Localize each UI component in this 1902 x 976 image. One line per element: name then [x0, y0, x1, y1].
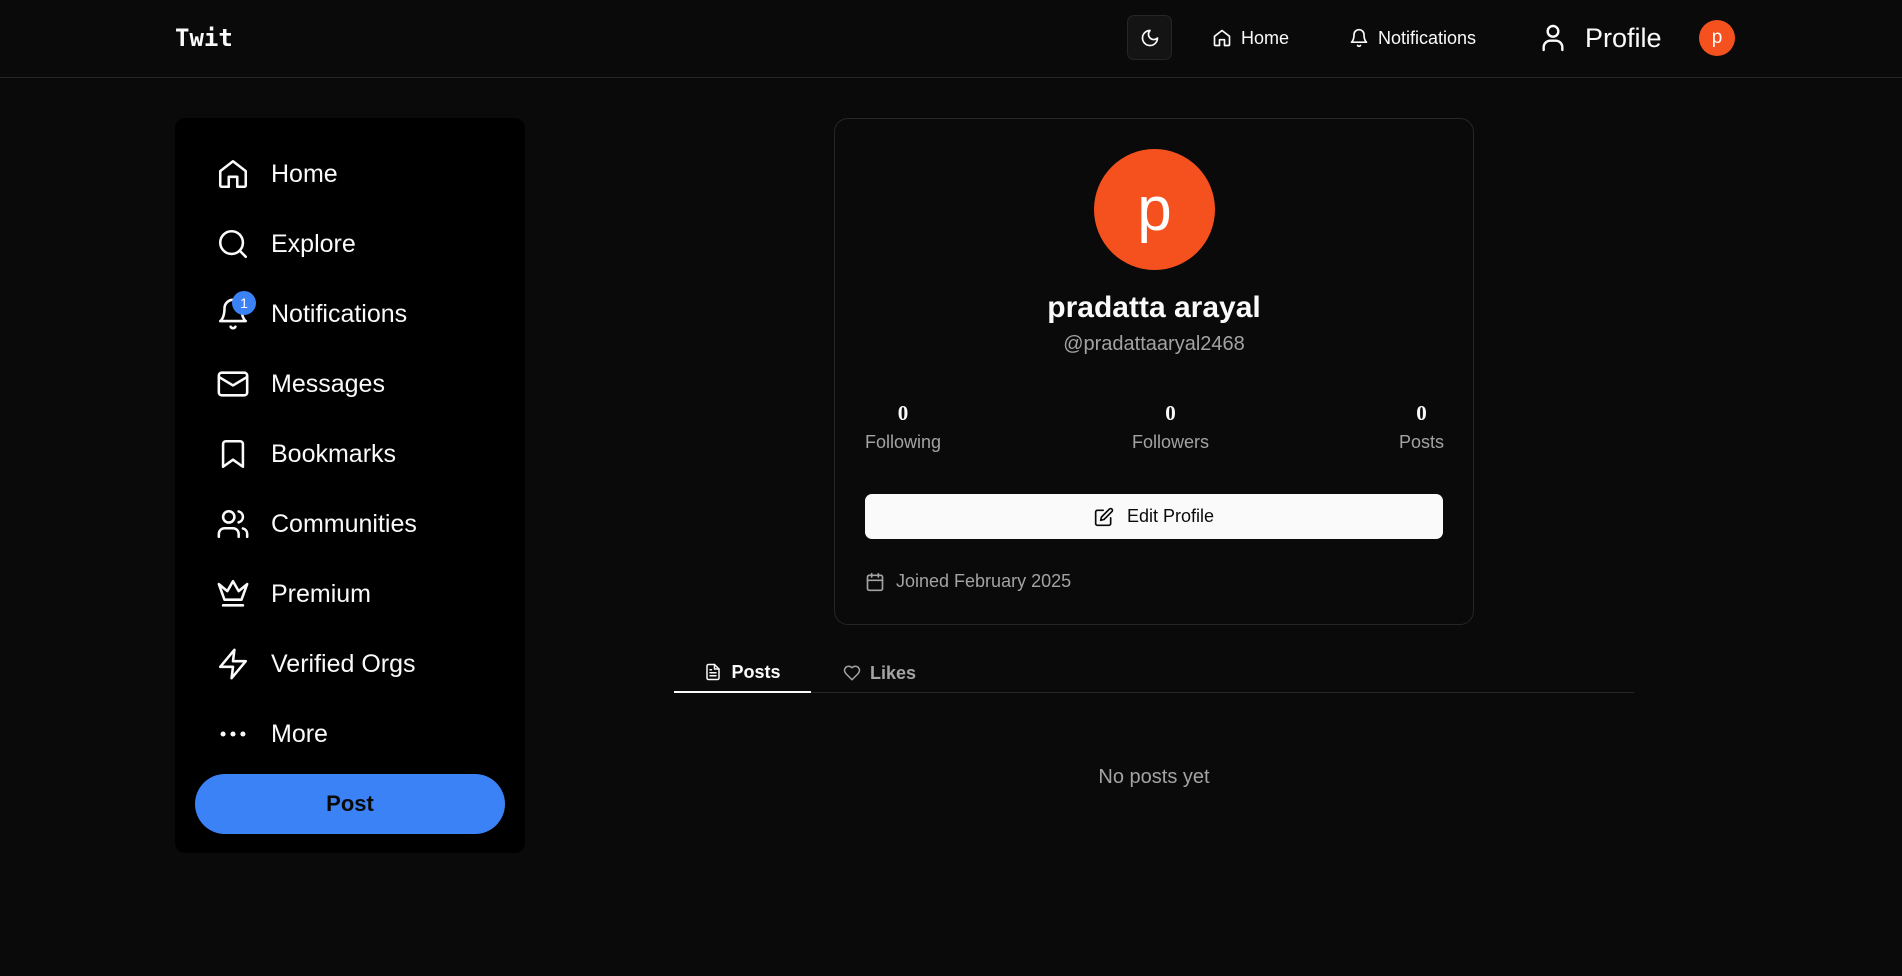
calendar-icon — [865, 572, 885, 592]
sidebar-item-more[interactable]: More — [215, 712, 328, 756]
brand-logo[interactable]: Twit — [175, 24, 233, 52]
stat-followers[interactable]: 0 Followers — [1132, 401, 1209, 453]
bookmark-icon — [215, 436, 251, 472]
sidebar-item-label: Messages — [271, 369, 385, 398]
edit-profile-button[interactable]: Edit Profile — [865, 494, 1443, 539]
sidebar-item-premium[interactable]: Premium — [215, 572, 371, 616]
users-icon — [215, 506, 251, 542]
profile-name: pradatta arayal — [1047, 291, 1261, 324]
tab-posts-label: Posts — [731, 661, 781, 682]
tab-likes-label: Likes — [869, 662, 917, 683]
sidebar-item-label: Communities — [271, 509, 417, 538]
sidebar-item-notifications[interactable]: 1 Notifications — [215, 291, 408, 336]
profile-avatar: p — [1094, 149, 1215, 270]
profile-card: p pradatta arayal @pradattaaryal2468 0 F… — [834, 118, 1474, 625]
sidebar-item-explore[interactable]: Explore — [215, 222, 356, 266]
profile-handle: @pradattaaryal2468 — [1063, 333, 1245, 355]
topnav-home-label: Home — [1241, 27, 1290, 48]
notification-count-badge: 1 — [232, 291, 256, 315]
user-avatar[interactable]: p — [1699, 20, 1735, 56]
stat-followers-label: Followers — [1132, 432, 1210, 452]
sidebar-item-home[interactable]: Home — [215, 152, 338, 196]
tab-posts[interactable]: Posts — [674, 653, 811, 693]
topnav-notifications-link[interactable]: Notifications — [1349, 24, 1476, 52]
edit-icon — [1094, 507, 1114, 527]
profile-tabs: Posts Likes — [674, 653, 1634, 693]
joined-date: Joined February 2025 — [865, 571, 1071, 592]
sidebar: Home Explore 1 Notifications Messages Bo… — [175, 118, 525, 853]
sidebar-item-label: Bookmarks — [271, 439, 397, 468]
more-icon — [215, 716, 251, 752]
stat-following-count: 0 — [897, 401, 909, 425]
tab-likes[interactable]: Likes — [811, 653, 948, 693]
topnav-home-link[interactable]: Home — [1212, 24, 1289, 52]
sidebar-item-bookmarks[interactable]: Bookmarks — [215, 432, 396, 476]
sidebar-item-messages[interactable]: Messages — [215, 362, 385, 406]
search-icon — [215, 226, 251, 262]
sidebar-item-label: Home — [271, 159, 338, 188]
user-icon — [1537, 22, 1569, 54]
empty-posts-message: No posts yet — [1098, 766, 1210, 788]
mail-icon — [215, 366, 251, 402]
heart-icon — [843, 664, 861, 682]
top-bar: Twit Home Notifications Profile p — [0, 0, 1902, 78]
topnav-notifications-label: Notifications — [1378, 27, 1477, 48]
sidebar-item-label: Notifications — [271, 299, 408, 328]
stat-posts-count: 0 — [1416, 401, 1427, 425]
crown-icon — [215, 576, 251, 612]
sidebar-item-label: Explore — [271, 229, 356, 258]
home-icon — [1212, 28, 1232, 48]
sidebar-item-label: More — [271, 719, 328, 748]
sidebar-item-label: Premium — [271, 579, 372, 608]
theme-toggle-button[interactable] — [1127, 15, 1172, 60]
joined-date-text: Joined February 2025 — [896, 571, 1072, 591]
stat-following[interactable]: 0 Following — [865, 401, 941, 453]
file-text-icon — [704, 663, 722, 681]
stat-followers-count: 0 — [1165, 401, 1176, 425]
post-button[interactable]: Post — [195, 774, 505, 834]
stat-posts-label: Posts — [1399, 432, 1445, 452]
sidebar-item-communities[interactable]: Communities — [215, 502, 417, 546]
home-icon — [215, 156, 251, 192]
lightning-icon — [215, 646, 251, 682]
edit-profile-label: Edit Profile — [1126, 506, 1215, 526]
moon-icon — [1140, 28, 1160, 48]
topnav-profile-label: Profile — [1585, 22, 1662, 53]
sidebar-item-verified-orgs[interactable]: Verified Orgs — [215, 642, 416, 686]
stat-following-label: Following — [865, 432, 942, 452]
topnav-profile-link[interactable]: Profile — [1537, 20, 1662, 56]
stat-posts: 0 Posts — [1399, 401, 1444, 453]
bell-icon: 1 — [215, 291, 256, 332]
sidebar-item-label: Verified Orgs — [271, 649, 416, 678]
bell-icon — [1349, 28, 1369, 48]
